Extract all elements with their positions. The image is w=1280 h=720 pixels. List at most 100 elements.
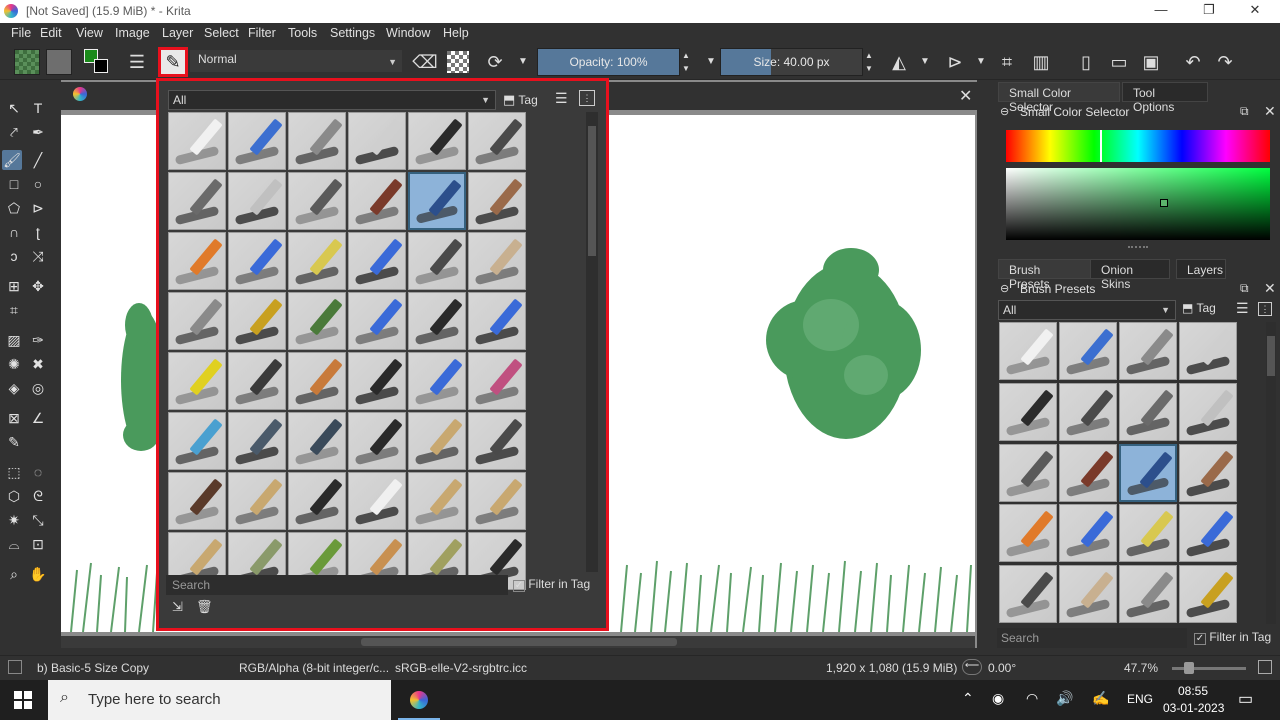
size-slider[interactable]: Size: 40.00 px — [720, 48, 863, 76]
brush-preset-thumbnail[interactable] — [408, 352, 466, 410]
close-docker-icon[interactable]: ✕ — [1264, 280, 1276, 297]
gradient-tool-icon[interactable]: ▨ — [4, 330, 24, 350]
brush-preset-thumbnail[interactable] — [408, 412, 466, 470]
brush-preset-thumbnail[interactable] — [168, 232, 226, 290]
brush-preset-thumbnail[interactable] — [1179, 382, 1237, 441]
volume-icon[interactable]: 🔊 — [1056, 690, 1073, 707]
text-tool-icon[interactable]: T — [28, 98, 48, 118]
brush-preset-thumbnail[interactable] — [228, 412, 286, 470]
menu-help[interactable]: Help — [443, 26, 469, 40]
fill-tool-icon[interactable]: ◈ — [4, 378, 24, 398]
assistant-tool-icon[interactable]: ⊠ — [4, 408, 24, 428]
brush-preset-thumbnail[interactable] — [348, 352, 406, 410]
ellipse-tool-icon[interactable]: ○ — [28, 174, 48, 194]
menu-tools[interactable]: Tools — [288, 26, 317, 40]
minimize-button[interactable]: — — [1146, 2, 1176, 20]
redo-icon[interactable]: ↷ — [1212, 49, 1238, 75]
brush-preset-thumbnail[interactable] — [288, 112, 346, 170]
ellipse-select-icon[interactable]: ◌ — [28, 462, 48, 482]
zoom-tool-icon[interactable]: ⌕ — [4, 564, 24, 584]
brush-preset-thumbnail[interactable] — [348, 172, 406, 230]
fg-bg-color-icon[interactable] — [84, 49, 112, 75]
close-docker-icon[interactable]: ✕ — [1264, 103, 1276, 120]
pattern-swatch-icon[interactable] — [46, 49, 72, 75]
brush-preset-thumbnail[interactable] — [1119, 565, 1177, 624]
tab-onion-skins[interactable]: Onion Skins — [1090, 259, 1170, 291]
brush-preset-thumbnail[interactable] — [228, 232, 286, 290]
fullscreen-icon[interactable] — [1258, 660, 1272, 674]
brush-preset-thumbnail[interactable] — [1119, 443, 1177, 502]
brush-preset-thumbnail[interactable] — [288, 292, 346, 350]
brush-preset-thumbnail[interactable] — [228, 112, 286, 170]
save-icon[interactable]: ▣ — [1138, 49, 1164, 75]
workspace-icon[interactable]: ▥ — [1028, 49, 1054, 75]
menu-view[interactable]: View — [76, 26, 103, 40]
taskbar-time[interactable]: 08:55 — [1178, 684, 1208, 698]
zoom-slider-handle[interactable] — [1184, 662, 1194, 674]
freehand-path-icon[interactable]: ʈ — [28, 222, 48, 242]
brush-preset-thumbnail[interactable] — [228, 292, 286, 350]
rotation-icon[interactable]: ⟵ — [962, 659, 982, 675]
freehand-select-icon[interactable]: ᘓ — [28, 486, 48, 506]
brush-preset-thumbnail[interactable] — [288, 232, 346, 290]
new-document-icon[interactable]: ▯ — [1073, 49, 1099, 75]
menu-edit[interactable]: Edit — [40, 26, 62, 40]
brush-preset-thumbnail[interactable] — [168, 412, 226, 470]
tray-chevron-up-icon[interactable]: ⌃ — [962, 690, 974, 707]
brush-preset-thumbnail[interactable] — [1059, 443, 1117, 502]
chevron-down-icon[interactable]: ▼ — [510, 49, 536, 75]
gradient-swatch-icon[interactable] — [14, 49, 40, 75]
chevron-down-icon[interactable]: ▼ — [912, 49, 938, 75]
brush-preset-thumbnail[interactable] — [408, 112, 466, 170]
brush-preset-thumbnail[interactable] — [228, 172, 286, 230]
meet-now-icon[interactable]: ◉ — [992, 690, 1004, 707]
brush-preset-thumbnail[interactable] — [408, 232, 466, 290]
menu-settings[interactable]: Settings — [330, 26, 375, 40]
preset-grid-scrollbar[interactable] — [586, 112, 598, 572]
splitter-handle[interactable] — [1128, 246, 1148, 248]
brush-preset-thumbnail[interactable] — [228, 472, 286, 530]
float-docker-icon[interactable]: ⧉ — [1240, 281, 1249, 296]
tab-tool-options[interactable]: Tool Options — [1122, 82, 1208, 114]
close-document-icon[interactable]: ✕ — [959, 86, 972, 106]
taskbar-date[interactable]: 03-01-2023 — [1163, 701, 1224, 715]
brush-preset-thumbnail[interactable] — [408, 172, 466, 230]
size-stepper[interactable]: ▲ ▼ — [863, 49, 875, 75]
transform-tool-icon[interactable]: ⊞ — [4, 276, 24, 296]
brush-preset-thumbnail[interactable] — [408, 472, 466, 530]
brush-preset-thumbnail[interactable] — [1059, 382, 1117, 441]
brush-preset-thumbnail[interactable] — [408, 292, 466, 350]
blend-mode-select[interactable]: Normal ▼ — [190, 50, 402, 72]
reload-preset-icon[interactable]: ⟳ — [482, 49, 508, 75]
brush-preset-thumbnail[interactable] — [288, 172, 346, 230]
polygon-tool-icon[interactable]: ⬠ — [4, 198, 24, 218]
view-mode-icon[interactable]: ☰ — [1236, 300, 1249, 317]
color-picker-icon[interactable]: ✑ — [28, 330, 48, 350]
brush-preset-thumbnail[interactable] — [1179, 565, 1237, 624]
brush-preset-thumbnail[interactable] — [168, 292, 226, 350]
notifications-icon[interactable]: ▭ — [1238, 689, 1253, 709]
edit-shapes-icon[interactable]: ⤤ — [4, 122, 24, 142]
brush-preset-thumbnail[interactable] — [999, 565, 1057, 624]
rectangle-tool-icon[interactable]: □ — [4, 174, 24, 194]
scrollbar-thumb[interactable] — [361, 638, 677, 646]
brush-preset-thumbnail[interactable] — [348, 112, 406, 170]
view-mode-icon[interactable]: ☰ — [555, 90, 573, 110]
brush-preset-thumbnail[interactable] — [1119, 382, 1177, 441]
brush-preset-thumbnail[interactable] — [348, 292, 406, 350]
brush-preset-thumbnail[interactable] — [348, 232, 406, 290]
polygon-select-icon[interactable]: ⬡ — [4, 486, 24, 506]
brush-preset-thumbnail[interactable] — [468, 112, 526, 170]
brush-preset-thumbnail[interactable] — [168, 172, 226, 230]
saturation-value-picker[interactable] — [1006, 168, 1270, 240]
bezier-tool-icon[interactable]: ∩ — [4, 222, 24, 242]
crop-tool-icon[interactable]: ⌗ — [994, 49, 1020, 75]
preset-settings-icon[interactable]: ⋮ — [579, 90, 595, 106]
hue-slider[interactable] — [1006, 130, 1270, 162]
brush-preset-thumbnail[interactable] — [1059, 322, 1117, 380]
lock-icon[interactable]: ⊖ — [1000, 105, 1009, 118]
brush-preset-thumbnail[interactable] — [228, 352, 286, 410]
crop-icon[interactable]: ⌗ — [4, 300, 24, 320]
brush-preset-thumbnail[interactable] — [999, 382, 1057, 441]
docker-search-input[interactable]: Search — [997, 628, 1187, 648]
